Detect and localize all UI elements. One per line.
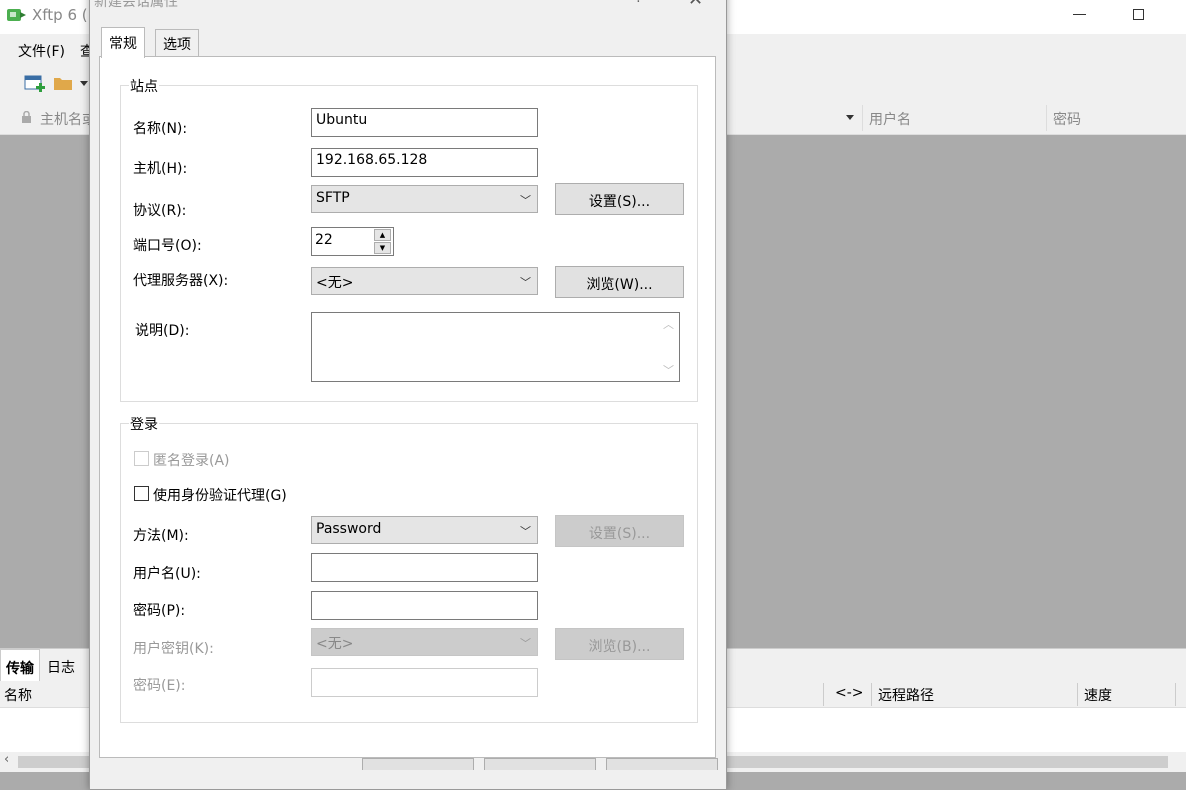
column-host[interactable]: 主机名或 (40, 109, 96, 129)
name-field[interactable]: Ubuntu (311, 108, 538, 137)
general-tab-page: 站点 名称(N): Ubuntu 主机(H): 192.168.65.128 协… (99, 56, 716, 758)
anonymous-label: 匿名登录(A) (153, 453, 230, 469)
description-label: 说明(D): (135, 323, 190, 339)
name-label: 名称(N): (133, 121, 188, 137)
scroll-up-icon[interactable]: ︿ (663, 316, 674, 332)
proxy-label: 代理服务器(X): (133, 273, 229, 289)
chevron-down-icon: ﹀ (520, 276, 531, 289)
passphrase-label: 密码(E): (133, 678, 186, 694)
host-label: 主机(H): (133, 161, 188, 177)
site-group-title: 站点 (129, 76, 159, 96)
proxy-browse-button[interactable]: 浏览(W)... (555, 266, 684, 298)
chevron-down-icon: ﹀ (520, 637, 531, 650)
tab-general[interactable]: 常规 (101, 27, 145, 58)
agent-checkbox[interactable] (134, 486, 149, 501)
cancel-button[interactable] (606, 758, 718, 770)
column-username[interactable]: 用户名 (869, 109, 911, 129)
scroll-left-icon[interactable]: ‹ (4, 752, 9, 767)
xftp-logo-icon (7, 9, 26, 21)
description-field[interactable]: ︿ ﹀ (311, 312, 680, 382)
tab-transfer[interactable]: 传输 (0, 649, 40, 682)
proxy-value: <无> (316, 275, 354, 291)
method-select[interactable]: Password ﹀ (311, 516, 538, 544)
method-label: 方法(M): (133, 528, 189, 544)
username-field[interactable] (311, 553, 538, 582)
new-session-icon[interactable] (24, 74, 46, 94)
port-stepper[interactable]: 22 ▲ ▼ (311, 227, 394, 256)
ok-button[interactable] (484, 758, 596, 770)
session-properties-dialog: 新建会话属性 ? ✕ 常规 选项 站点 名称(N): Ubuntu 主机(H):… (89, 0, 727, 790)
help-icon[interactable]: ? (635, 0, 642, 6)
column-separator (1077, 683, 1078, 706)
passphrase-field[interactable] (311, 668, 538, 697)
column-separator (823, 683, 824, 706)
proxy-select[interactable]: <无> ﹀ (311, 267, 538, 295)
anonymous-checkbox[interactable] (134, 451, 149, 466)
column-separator (1046, 105, 1047, 131)
login-group: 登录 匿名登录(A) 使用身份验证代理(G) 方法(M): Password ﹀… (120, 414, 698, 723)
maximize-icon[interactable] (1133, 9, 1144, 20)
protocol-settings-button[interactable]: 设置(S)... (555, 183, 684, 215)
username-label: 用户名(U): (133, 566, 201, 582)
user-key-select[interactable]: <无> ﹀ (311, 628, 538, 656)
chevron-down-icon: ﹀ (520, 525, 531, 538)
host-field[interactable]: 192.168.65.128 (311, 148, 538, 177)
column-separator (862, 105, 863, 131)
port-value: 22 (315, 232, 333, 248)
spin-up-icon[interactable]: ▲ (374, 229, 391, 241)
protocol-label: 协议(R): (133, 203, 187, 219)
site-group: 站点 名称(N): Ubuntu 主机(H): 192.168.65.128 协… (120, 76, 698, 402)
protocol-select[interactable]: SFTP ﹀ (311, 185, 538, 213)
lock-icon (22, 111, 31, 123)
column-direction[interactable]: <-> (835, 685, 864, 701)
open-folder-icon[interactable] (53, 75, 73, 91)
password-field[interactable] (311, 591, 538, 620)
column-speed[interactable]: 速度 (1084, 685, 1112, 705)
column-password[interactable]: 密码 (1053, 109, 1081, 129)
menu-file[interactable]: 文件(F) (18, 41, 65, 61)
chevron-down-icon: ﹀ (520, 194, 531, 207)
connect-button[interactable] (362, 758, 474, 770)
description-scrollbar[interactable]: ︿ ﹀ (660, 314, 678, 380)
minimize-icon[interactable] (1073, 14, 1086, 15)
method-value: Password (316, 521, 382, 537)
column-separator (871, 683, 872, 706)
close-icon[interactable]: ✕ (688, 0, 703, 10)
method-settings-button[interactable]: 设置(S)... (555, 515, 684, 547)
column-name[interactable]: 名称 (4, 685, 32, 705)
port-label: 端口号(O): (133, 238, 202, 254)
column-remote-path[interactable]: 远程路径 (878, 685, 934, 705)
password-label: 密码(P): (133, 603, 186, 619)
app-title: Xftp 6 (F (32, 6, 97, 24)
column-separator (1175, 683, 1176, 706)
dropdown-arrow-icon[interactable] (80, 81, 88, 87)
sort-arrow-icon[interactable] (846, 115, 854, 120)
tab-options[interactable]: 选项 (155, 29, 199, 57)
login-group-title: 登录 (129, 414, 159, 434)
user-key-label: 用户密钥(K): (133, 641, 214, 657)
user-key-browse-button[interactable]: 浏览(B)... (555, 628, 684, 660)
scroll-down-icon[interactable]: ﹀ (663, 362, 674, 378)
dialog-title: 新建会话属性 (94, 0, 178, 10)
spin-down-icon[interactable]: ▼ (374, 242, 391, 254)
agent-label: 使用身份验证代理(G) (153, 488, 287, 504)
user-key-value: <无> (316, 636, 354, 652)
tab-log[interactable]: 日志 (42, 649, 80, 682)
protocol-value: SFTP (316, 190, 350, 206)
